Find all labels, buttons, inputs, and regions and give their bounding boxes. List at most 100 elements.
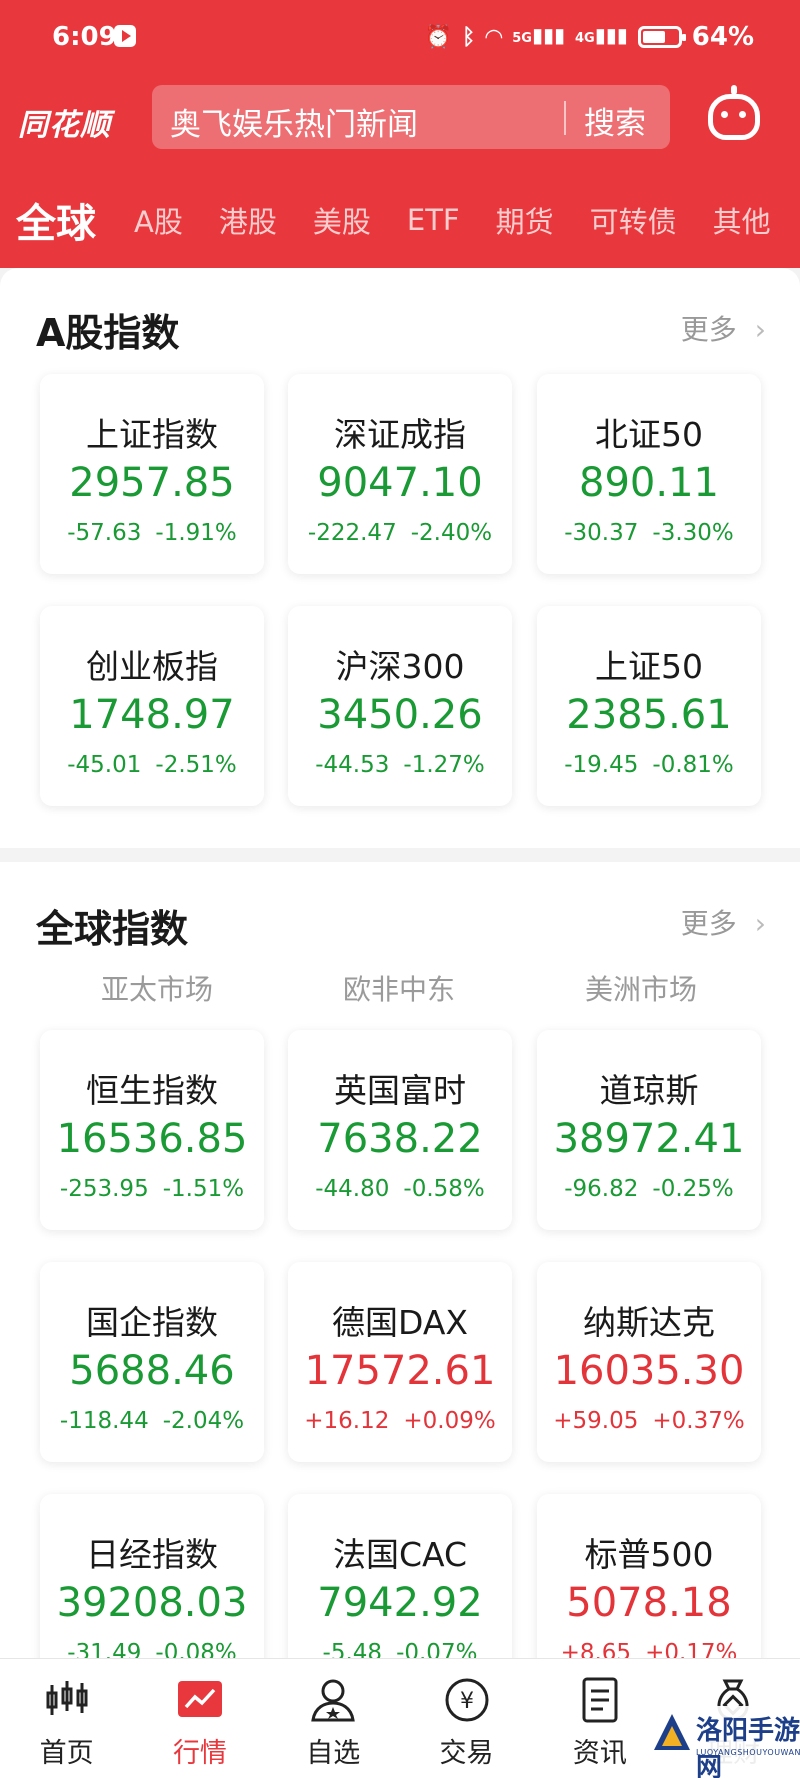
watermark-subtitle: LUOYANGSHOUYOUWANG bbox=[696, 1748, 800, 1757]
document-icon bbox=[582, 1677, 618, 1723]
change-percent: +0.09% bbox=[403, 1408, 496, 1434]
search-button[interactable]: 搜索 bbox=[584, 98, 646, 143]
change-amount: -30.37 bbox=[564, 520, 639, 546]
change-amount: -45.01 bbox=[67, 752, 142, 778]
index-value: 2957.85 bbox=[69, 460, 235, 506]
index-value: 16536.85 bbox=[56, 1116, 248, 1162]
change-percent: -3.30% bbox=[652, 520, 734, 546]
index-card[interactable]: 道琼斯 38972.41 -96.82 -0.25% bbox=[537, 1030, 761, 1230]
status-time: 6:09 bbox=[52, 22, 117, 52]
index-change: -44.80 -0.58% bbox=[288, 1176, 512, 1202]
index-value: 39208.03 bbox=[56, 1580, 248, 1626]
index-value: 2385.61 bbox=[566, 692, 732, 738]
index-name: 上证指数 bbox=[86, 415, 218, 454]
index-card[interactable]: 上证指数 2957.85 -57.63 -1.91% bbox=[40, 374, 264, 574]
tab-us[interactable]: 美股 bbox=[313, 199, 371, 241]
section-title: 全球指数 bbox=[36, 907, 189, 951]
tab-a-share[interactable]: A股 bbox=[134, 199, 183, 241]
bluetooth-icon: ᛒ bbox=[462, 24, 476, 50]
index-card[interactable]: 国企指数 5688.46 -118.44 -2.04% bbox=[40, 1262, 264, 1462]
app-logo[interactable]: 同花顺 bbox=[18, 100, 111, 144]
tab-etf[interactable]: ETF bbox=[407, 203, 460, 237]
tab-futures[interactable]: 期货 bbox=[496, 199, 554, 241]
index-name: 纳斯达克 bbox=[583, 1303, 715, 1342]
change-percent: -0.58% bbox=[403, 1176, 485, 1202]
change-percent: -0.81% bbox=[652, 752, 734, 778]
index-value: 17572.61 bbox=[304, 1348, 496, 1394]
search-bar[interactable]: 奥飞娱乐热门新闻 搜索 bbox=[152, 85, 670, 149]
nav-label: 交易 bbox=[439, 1738, 494, 1769]
tab-global[interactable]: 全球 bbox=[16, 191, 96, 249]
svg-text:¥: ¥ bbox=[460, 1689, 474, 1714]
index-name: 创业板指 bbox=[86, 647, 218, 686]
chevron-right-icon: › bbox=[754, 907, 766, 940]
index-change: +59.05 +0.37% bbox=[537, 1408, 761, 1434]
index-card[interactable]: 上证50 2385.61 -19.45 -0.81% bbox=[537, 606, 761, 806]
nav-news[interactable]: 资讯 bbox=[533, 1659, 666, 1778]
index-card[interactable]: 英国富时 7638.22 -44.80 -0.58% bbox=[288, 1030, 512, 1230]
nav-label: 行情 bbox=[172, 1738, 227, 1769]
watermark-title: 洛阳手游网 bbox=[696, 1716, 800, 1778]
index-change: -96.82 -0.25% bbox=[537, 1176, 761, 1202]
index-card[interactable]: 创业板指 1748.97 -45.01 -2.51% bbox=[40, 606, 264, 806]
index-change: +16.12 +0.09% bbox=[288, 1408, 512, 1434]
more-link[interactable]: 更多 › bbox=[681, 902, 766, 942]
index-name: 法国CAC bbox=[332, 1535, 468, 1574]
index-value: 7638.22 bbox=[317, 1116, 483, 1162]
global-section: 全球指数 更多 › 亚太市场 欧非中东 美洲市场 恒生指数 16536.85 -253… bbox=[0, 862, 800, 1694]
index-change: -57.63 -1.91% bbox=[40, 520, 264, 546]
search-divider bbox=[564, 101, 566, 135]
nav-watchlist[interactable]: 自选 bbox=[267, 1659, 400, 1778]
index-card[interactable]: 纳斯达克 16035.30 +59.05 +0.37% bbox=[537, 1262, 761, 1462]
yen-icon: ¥ bbox=[445, 1678, 489, 1722]
region-americas[interactable]: 美洲市场 bbox=[520, 968, 762, 1008]
search-input[interactable]: 奥飞娱乐热门新闻 bbox=[170, 99, 418, 144]
change-amount: +59.05 bbox=[553, 1408, 639, 1434]
video-app-icon bbox=[114, 25, 136, 47]
signal-5g-icon: 5G▮▮▮ bbox=[512, 23, 566, 47]
nav-trade[interactable]: ¥ 交易 bbox=[400, 1659, 533, 1778]
market-chart-icon bbox=[177, 1681, 222, 1717]
nav-market[interactable]: 行情 bbox=[133, 1659, 266, 1778]
index-value: 1748.97 bbox=[69, 692, 235, 738]
robot-assistant-icon[interactable] bbox=[708, 85, 760, 140]
region-headers: 亚太市场 欧非中东 美洲市场 bbox=[36, 968, 764, 1008]
chevron-right-icon: › bbox=[754, 313, 766, 346]
alarm-icon: ⏰ bbox=[424, 24, 453, 50]
index-card[interactable]: 沪深300 3450.26 -44.53 -1.27% bbox=[288, 606, 512, 806]
index-card[interactable]: 德国DAX 17572.61 +16.12 +0.09% bbox=[288, 1262, 512, 1462]
change-amount: -44.80 bbox=[315, 1176, 390, 1202]
user-star-icon bbox=[311, 1679, 355, 1722]
index-card[interactable]: 恒生指数 16536.85 -253.95 -1.51% bbox=[40, 1030, 264, 1230]
index-change: -44.53 -1.27% bbox=[288, 752, 512, 778]
change-amount: +16.12 bbox=[304, 1408, 390, 1434]
change-percent: -2.51% bbox=[155, 752, 237, 778]
tab-convertible-bond[interactable]: 可转债 bbox=[590, 199, 677, 241]
change-amount: -118.44 bbox=[59, 1408, 149, 1434]
change-percent: -0.25% bbox=[652, 1176, 734, 1202]
index-value: 5688.46 bbox=[69, 1348, 235, 1394]
index-name: 北证50 bbox=[595, 415, 703, 454]
index-card[interactable]: 深证成指 9047.10 -222.47 -2.40% bbox=[288, 374, 512, 574]
nav-label: 自选 bbox=[306, 1738, 361, 1769]
tab-hk[interactable]: 港股 bbox=[219, 199, 277, 241]
tab-other[interactable]: 其他 bbox=[713, 199, 771, 241]
battery-percent: 64% bbox=[691, 22, 754, 52]
index-card[interactable]: 北证50 890.11 -30.37 -3.30% bbox=[537, 374, 761, 574]
index-name: 英国富时 bbox=[334, 1071, 466, 1110]
change-amount: -57.63 bbox=[67, 520, 142, 546]
index-name: 日经指数 bbox=[86, 1535, 218, 1574]
index-change: -222.47 -2.40% bbox=[288, 520, 512, 546]
change-percent: -1.27% bbox=[403, 752, 485, 778]
change-amount: -44.53 bbox=[315, 752, 390, 778]
more-link[interactable]: 更多 › bbox=[681, 308, 766, 348]
app-header: 6:09 ⏰ ᛒ ◠ 5G▮▮▮ 4G▮▮▮ 64% 同花顺 奥飞娱乐热门新闻 … bbox=[0, 0, 800, 268]
change-percent: -2.04% bbox=[162, 1408, 245, 1434]
nav-home[interactable]: 首页 bbox=[0, 1659, 133, 1778]
index-name: 德国DAX bbox=[331, 1303, 468, 1342]
region-emea[interactable]: 欧非中东 bbox=[278, 968, 520, 1008]
market-tabs: 全球 A股 港股 美股 ETF 期货 可转债 其他 bbox=[0, 190, 800, 250]
index-name: 沪深300 bbox=[335, 647, 465, 686]
index-name: 标普500 bbox=[584, 1535, 714, 1574]
region-asia-pacific[interactable]: 亚太市场 bbox=[36, 968, 278, 1008]
